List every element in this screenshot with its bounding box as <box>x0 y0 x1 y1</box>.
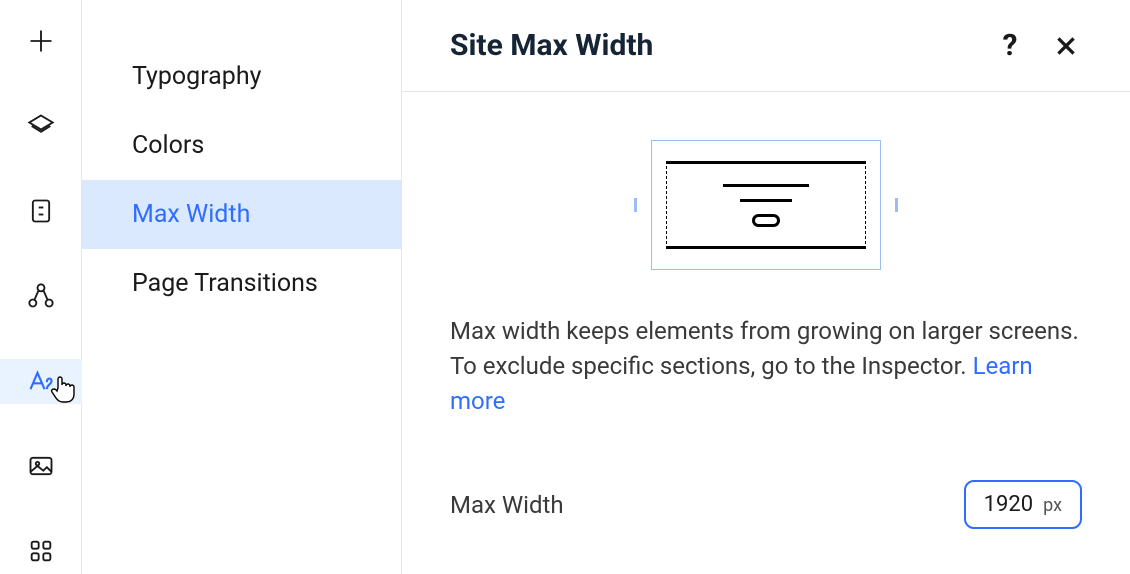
sidebar-item-typography[interactable]: Typography <box>82 42 401 111</box>
panel-title: Site Max Width <box>450 28 653 63</box>
sidebar-item-page-transitions[interactable]: Page Transitions <box>82 249 401 318</box>
rail-page[interactable] <box>0 188 82 233</box>
sidebar-item-label: Typography <box>132 62 261 91</box>
max-width-input[interactable]: 1920 px <box>964 480 1082 529</box>
image-icon <box>27 452 55 480</box>
panel-description: Max width keeps elements from growing on… <box>450 314 1082 418</box>
sidebar-item-label: Colors <box>132 131 204 160</box>
rail-nodes[interactable] <box>0 273 82 318</box>
page-icon <box>27 197 55 225</box>
rail-typography[interactable] <box>0 359 82 404</box>
panel-body: Max width keeps elements from growing on… <box>402 92 1130 529</box>
rail-image[interactable] <box>0 444 82 489</box>
nodes-icon <box>27 282 55 310</box>
max-width-illustration <box>450 140 1082 270</box>
sidebar-item-label: Page Transitions <box>132 269 318 298</box>
settings-panel: Site Max Width ? <box>402 0 1130 574</box>
sidebar: Typography Colors Max Width Page Transit… <box>82 0 402 574</box>
add-icon <box>27 27 55 55</box>
field-label: Max Width <box>450 491 564 519</box>
max-width-field-row: Max Width 1920 px <box>450 480 1082 529</box>
rail-add[interactable] <box>0 18 82 63</box>
panel-header: Site Max Width ? <box>402 0 1130 92</box>
help-button[interactable]: ? <box>994 30 1026 62</box>
typography-icon <box>27 367 55 395</box>
icon-rail <box>0 0 82 574</box>
rail-layers[interactable] <box>0 103 82 148</box>
sidebar-item-label: Max Width <box>132 200 250 229</box>
layers-icon <box>27 112 55 140</box>
apps-icon <box>27 537 55 565</box>
help-icon: ? <box>1003 28 1018 63</box>
sidebar-item-max-width[interactable]: Max Width <box>82 180 401 249</box>
field-unit: px <box>1043 495 1062 516</box>
panel-header-actions: ? <box>994 30 1082 62</box>
rail-apps[interactable] <box>0 529 82 574</box>
field-value: 1920 <box>984 492 1033 517</box>
close-icon <box>1053 33 1079 59</box>
sidebar-item-colors[interactable]: Colors <box>82 111 401 180</box>
close-button[interactable] <box>1050 30 1082 62</box>
